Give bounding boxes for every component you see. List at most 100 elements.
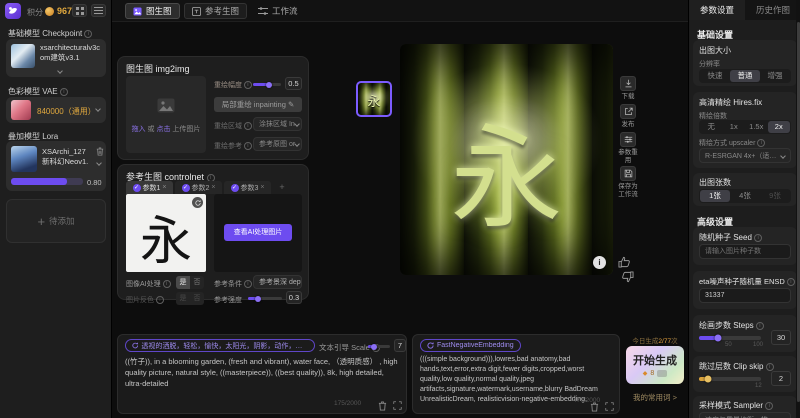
option-enhanced[interactable]: 增强 [760,70,790,82]
info-icon[interactable] [60,88,68,96]
tab-params[interactable]: 参数设置 [689,0,745,20]
negative-embedding-pill[interactable]: FastNegativeEmbedding [420,339,521,352]
seed-input[interactable] [699,244,791,259]
info-icon[interactable] [766,363,774,371]
ai-process-toggle[interactable]: 是否 [176,276,204,289]
clip-skip-slider[interactable] [699,377,761,381]
vae-thumbnail [11,100,31,120]
slider-knob[interactable] [714,335,721,342]
lora-card[interactable]: XSArchi_127新科幻Neov1.0 0.80 [6,141,106,191]
trash-icon[interactable] [378,401,387,411]
ensd-input[interactable] [699,288,791,303]
option-1x[interactable]: 1x [723,121,746,133]
info-icon[interactable] [156,296,164,304]
info-icon[interactable] [244,81,252,89]
info-icon[interactable] [84,30,92,38]
expand-icon[interactable] [605,402,614,411]
sampler-select[interactable]: 速度与质量均衡，推荐使用 (D [699,412,791,418]
chevron-down-icon[interactable] [57,68,63,74]
tab-controlnet[interactable]: 参考生图 [184,3,247,19]
steps-slider[interactable] [699,336,761,340]
grid-view-button[interactable] [72,4,87,17]
menu-button[interactable] [91,4,106,17]
thumbs-up-icon[interactable] [618,256,631,268]
generate-button[interactable]: 开始生成 ◆ 8 [626,346,684,384]
trash-icon[interactable] [96,147,104,156]
option-fast[interactable]: 快速 [700,70,730,82]
clip-skip-value[interactable]: 2 [771,371,791,386]
controlnet-tab-3[interactable]: 参数3 [224,181,271,194]
toggle-yes[interactable]: 是 [176,276,190,289]
scale-slider[interactable] [368,345,390,348]
close-icon[interactable] [211,184,215,191]
option-1[interactable]: 1张 [700,190,730,202]
invert-toggle[interactable]: 是否 [176,292,204,305]
redraw-area-select[interactable]: 涂抹区域 In [253,117,302,131]
denoise-slider[interactable] [253,83,281,86]
reuse-params-button[interactable] [620,132,636,147]
inpaint-button[interactable]: 局部重绘 inpainting ✎ [214,97,302,112]
info-icon[interactable] [244,142,252,150]
thumbs-down-icon[interactable] [621,271,634,283]
slider-knob[interactable] [704,376,711,383]
prompt-tags-pill[interactable]: 透视的洒脱，轻松，愉快，太阳光，阴影，动作，最佳质量 [125,339,315,352]
condition-select[interactable]: 参考景深 dept [253,275,302,289]
tab-img2img[interactable]: 图生图 [125,3,180,19]
trash-icon[interactable] [590,402,599,412]
info-icon[interactable] [163,280,171,288]
denoise-label: 重绘幅度 [214,80,252,90]
info-icon[interactable] [754,234,762,242]
info-icon[interactable] [787,278,795,286]
scrollbar-track[interactable] [796,0,800,418]
slider-knob[interactable] [255,296,261,302]
positive-prompt-input[interactable]: ((竹子)), in a blooming garden, (fresh and… [125,356,401,400]
strength-value[interactable]: 0.3 [286,291,302,304]
slider-knob[interactable] [371,344,377,350]
option-1-5x[interactable]: 1.5x [745,121,768,133]
close-icon[interactable] [162,184,166,191]
upscaler-select[interactable]: R-ESRGAN 4x+（适合多种风 [699,148,791,163]
checkpoint-card[interactable]: xsarchitecturalv3com建筑v3.1 [6,39,106,77]
publish-button[interactable] [620,104,636,119]
tab-history[interactable]: 历史作图 [745,0,800,20]
view-ai-image-button[interactable]: 查看AI处理图片 [224,224,292,241]
info-icon[interactable] [244,122,252,130]
option-normal[interactable]: 普通 [730,70,760,82]
strength-slider[interactable] [248,297,282,300]
vae-card[interactable]: 840000（通用） [6,97,106,123]
lora-weight-slider[interactable] [11,178,83,185]
app-logo[interactable] [5,3,21,19]
expand-icon[interactable] [393,401,402,410]
steps-value[interactable]: 30 [771,330,791,345]
upload-dropzone[interactable]: 拖入 或 点击 上传图片 [126,76,206,153]
tab-workflow[interactable]: 工作流 [252,3,304,19]
option-4[interactable]: 4张 [730,190,760,202]
generated-image[interactable]: 永 i [400,44,613,275]
my-words-link[interactable]: 我的常用词 > [626,392,684,403]
scale-value[interactable]: 7 [394,339,406,352]
slider-knob[interactable] [266,82,272,88]
info-icon[interactable] [765,402,773,410]
chevron-down-icon[interactable] [95,106,101,112]
option-2x[interactable]: 2x [768,121,791,133]
controlnet-tab-1[interactable]: 参数1 [126,181,173,194]
info-icon[interactable] [244,280,252,288]
option-none[interactable]: 无 [700,121,723,133]
image-settings-button[interactable] [192,197,203,208]
gallery-thumbnail[interactable]: 永 [356,81,392,117]
chevron-down-icon[interactable] [96,160,102,166]
info-icon[interactable] [757,139,765,147]
toggle-no[interactable]: 否 [190,276,204,289]
info-icon[interactable] [756,322,764,330]
option-9[interactable]: 9张 [760,190,790,202]
add-controlnet-tab-button[interactable]: + [275,181,289,194]
controlnet-tab-2[interactable]: 参数2 [175,181,222,194]
save-workflow-button[interactable] [620,166,636,181]
download-button[interactable] [620,76,636,91]
image-info-button[interactable]: i [593,256,606,269]
redraw-ref-select[interactable]: 参考原图 or [253,137,302,151]
controlnet-source-image[interactable]: 永 [126,194,206,272]
denoise-value[interactable]: 0.5 [285,77,302,90]
add-lora-button[interactable]: + 待添加 [6,199,106,243]
close-icon[interactable] [260,184,264,191]
